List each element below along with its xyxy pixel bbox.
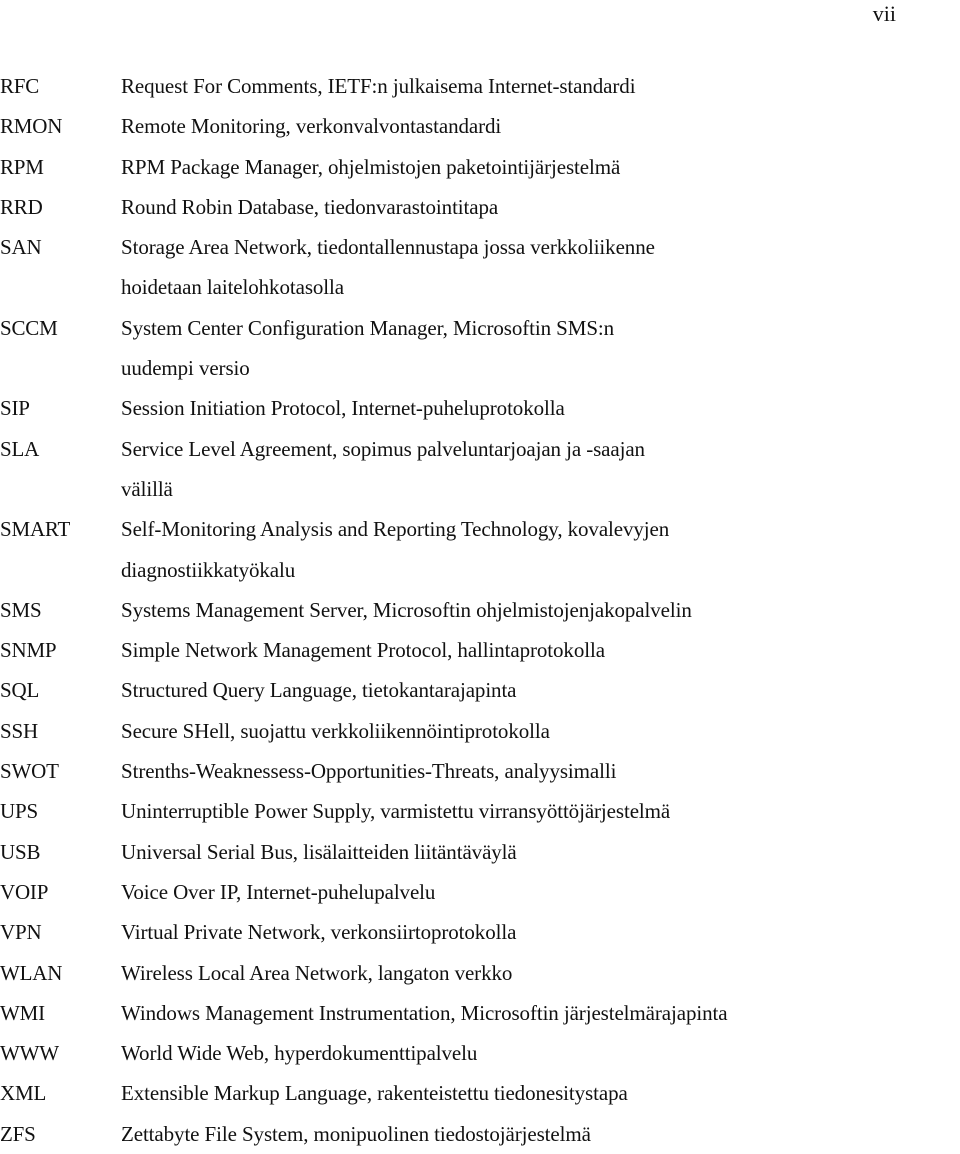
glossary-entry: SMS Systems Management Server, Microsofti…: [0, 590, 960, 630]
glossary-entry: SAN Storage Area Network, tiedontallennus…: [0, 227, 960, 308]
definition-line: Wireless Local Area Network, langaton ve…: [121, 960, 513, 985]
abbreviation-definition: Windows Management Instrumentation, Micr…: [121, 993, 960, 1033]
abbreviation-definition: Service Level Agreement, sopimus palvelu…: [121, 429, 960, 510]
definition-line: Zettabyte File System, monipuolinen tied…: [121, 1121, 591, 1146]
abbreviation-definition: Extensible Markup Language, rakenteistet…: [121, 1073, 960, 1113]
glossary-entry: SLA Service Level Agreement, sopimus palv…: [0, 429, 960, 510]
abbreviation-definition: Zettabyte File System, monipuolinen tied…: [121, 1114, 960, 1154]
glossary-entry: VPN Virtual Private Network, verkonsiirto…: [0, 912, 960, 952]
definition-line: Strenths-Weaknessess-Opportunities-Threa…: [121, 759, 617, 784]
glossary-entry: XML Extensible Markup Language, rakenteis…: [0, 1073, 960, 1113]
abbreviation-term: RRD: [0, 194, 43, 219]
page-number: vii: [872, 1, 896, 26]
abbreviation-definition: Session Initiation Protocol, Internet-pu…: [121, 388, 960, 428]
abbreviation-term: SSH: [0, 718, 38, 743]
abbreviation-term: SMART: [0, 517, 71, 542]
definition-line: Systems Management Server, Microsoftin o…: [121, 597, 692, 622]
abbreviation-term: UPS: [0, 799, 38, 824]
abbreviation-term: USB: [0, 839, 41, 864]
abbreviation-definition: Structured Query Language, tietokantaraj…: [121, 670, 960, 710]
glossary-entry: SQL Structured Query Language, tietokanta…: [0, 670, 960, 710]
definition-line: Request For Comments, IETF:n julkaisema …: [121, 74, 636, 98]
abbreviation-definition: Self-Monitoring Analysis and Reporting T…: [121, 509, 960, 590]
abbreviation-definition: World Wide Web, hyperdokumenttipalvelu: [121, 1033, 960, 1073]
abbreviation-list: RFC Request For Comments, IETF:n julkaise…: [0, 66, 960, 1154]
glossary-entry: RMON Remote Monitoring, verkonvalvontasta…: [0, 106, 960, 146]
abbreviation-definition: System Center Configuration Manager, Mic…: [121, 308, 960, 389]
definition-line: Storage Area Network, tiedontallennustap…: [121, 235, 655, 260]
abbreviation-definition: Round Robin Database, tiedonvarastointit…: [121, 187, 960, 227]
glossary-entry: RFC Request For Comments, IETF:n julkaise…: [0, 66, 960, 106]
abbreviation-definition: Storage Area Network, tiedontallennustap…: [121, 227, 960, 308]
definition-line: Windows Management Instrumentation, Micr…: [121, 1000, 728, 1025]
glossary-entry: VOIP Voice Over IP, Internet-puhelupalvel…: [0, 872, 960, 912]
abbreviation-term: ZFS: [0, 1121, 36, 1146]
glossary-entry: WLAN Wireless Local Area Network, langato…: [0, 953, 960, 993]
glossary-entry: RPM RPM Package Manager, ohjelmistojen pa…: [0, 147, 960, 187]
glossary-entry: SCCM System Center Configuration Manager,…: [0, 308, 960, 389]
definition-line: RPM Package Manager, ohjelmistojen paket…: [121, 154, 621, 179]
abbreviation-definition: Systems Management Server, Microsoftin o…: [121, 590, 960, 630]
definition-line: Structured Query Language, tietokantaraj…: [121, 678, 517, 703]
abbreviation-definition: Simple Network Management Protocol, hall…: [121, 630, 960, 670]
definition-line: World Wide Web, hyperdokumenttipalvelu: [121, 1041, 478, 1066]
definition-line: Secure SHell, suojattu verkkoliikennöint…: [121, 718, 550, 743]
definition-line: Round Robin Database, tiedonvarastointit…: [121, 194, 499, 219]
definition-line: Session Initiation Protocol, Internet-pu…: [121, 396, 565, 421]
abbreviation-term: SIP: [0, 396, 30, 421]
definition-line: Voice Over IP, Internet-puhelupalvelu: [121, 879, 436, 904]
definition-line: Service Level Agreement, sopimus palvelu…: [121, 436, 645, 461]
abbreviation-definition: Uninterruptible Power Supply, varmistett…: [121, 791, 960, 831]
abbreviation-definition: Secure SHell, suojattu verkkoliikennöint…: [121, 711, 960, 751]
abbreviation-definition: Universal Serial Bus, lisälaitteiden lii…: [121, 832, 960, 872]
glossary-entry: SWOT Strenths-Weaknessess-Opportunities-T…: [0, 751, 960, 791]
definition-line: Universal Serial Bus, lisälaitteiden lii…: [121, 839, 517, 864]
abbreviation-definition: Voice Over IP, Internet-puhelupalvelu: [121, 872, 960, 912]
definition-line: Uninterruptible Power Supply, varmistett…: [121, 799, 671, 824]
abbreviation-term: SCCM: [0, 315, 58, 340]
abbreviation-term: WLAN: [0, 960, 63, 985]
abbreviation-definition: Request For Comments, IETF:n julkaisema …: [121, 66, 960, 106]
abbreviation-term: XML: [0, 1081, 47, 1106]
glossary-entry: USB Universal Serial Bus, lisälaitteiden …: [0, 832, 960, 872]
abbreviation-term: SAN: [0, 235, 42, 260]
definition-line: Self-Monitoring Analysis and Reporting T…: [121, 517, 670, 542]
abbreviation-definition: Remote Monitoring, verkonvalvontastandar…: [121, 106, 960, 146]
abbreviation-term: SLA: [0, 436, 40, 461]
glossary-entry: WMI Windows Management Instrumentation, M…: [0, 993, 960, 1033]
definition-line: diagnostiikkatyökalu: [121, 557, 296, 582]
abbreviation-definition: RPM Package Manager, ohjelmistojen paket…: [121, 147, 960, 187]
abbreviation-definition: Wireless Local Area Network, langaton ve…: [121, 953, 960, 993]
definition-line: uudempi versio: [121, 356, 250, 381]
glossary-entry: SNMP Simple Network Management Protocol, …: [0, 630, 960, 670]
abbreviation-definition: Virtual Private Network, verkonsiirtopro…: [121, 912, 960, 952]
abbreviation-term: WMI: [0, 1000, 45, 1025]
abbreviation-definition: Strenths-Weaknessess-Opportunities-Threa…: [121, 751, 960, 791]
abbreviation-term: SNMP: [0, 638, 57, 663]
abbreviation-term: SMS: [0, 597, 42, 622]
abbreviation-term: SQL: [0, 678, 40, 703]
abbreviation-term: RMON: [0, 114, 63, 139]
definition-line: System Center Configuration Manager, Mic…: [121, 315, 615, 340]
glossary-entry: ZFS Zettabyte File System, monipuolinen t…: [0, 1114, 960, 1154]
glossary-entry: RRD Round Robin Database, tiedonvarastoin…: [0, 187, 960, 227]
abbreviation-term: SWOT: [0, 759, 59, 784]
abbreviation-term: VOIP: [0, 879, 49, 904]
abbreviation-term: RPM: [0, 154, 44, 179]
abbreviation-term: WWW: [0, 1041, 59, 1066]
abbreviation-term: RFC: [0, 74, 40, 98]
glossary-entry: SSH Secure SHell, suojattu verkkoliikennö…: [0, 711, 960, 751]
glossary-entry: UPS Uninterruptible Power Supply, varmist…: [0, 791, 960, 831]
definition-line: välillä: [121, 476, 173, 501]
glossary-entry: WWW World Wide Web, hyperdokumenttipalvel…: [0, 1033, 960, 1073]
definition-line: Extensible Markup Language, rakenteistet…: [121, 1081, 628, 1106]
definition-line: Remote Monitoring, verkonvalvontastandar…: [121, 114, 502, 139]
glossary-entry: SIP Session Initiation Protocol, Internet…: [0, 388, 960, 428]
abbreviation-term: VPN: [0, 920, 42, 945]
definition-line: Virtual Private Network, verkonsiirtopro…: [121, 920, 517, 945]
definition-line: Simple Network Management Protocol, hall…: [121, 638, 605, 663]
glossary-entry: SMART Self-Monitoring Analysis and Report…: [0, 509, 960, 590]
definition-line: hoidetaan laitelohkotasolla: [121, 275, 344, 300]
